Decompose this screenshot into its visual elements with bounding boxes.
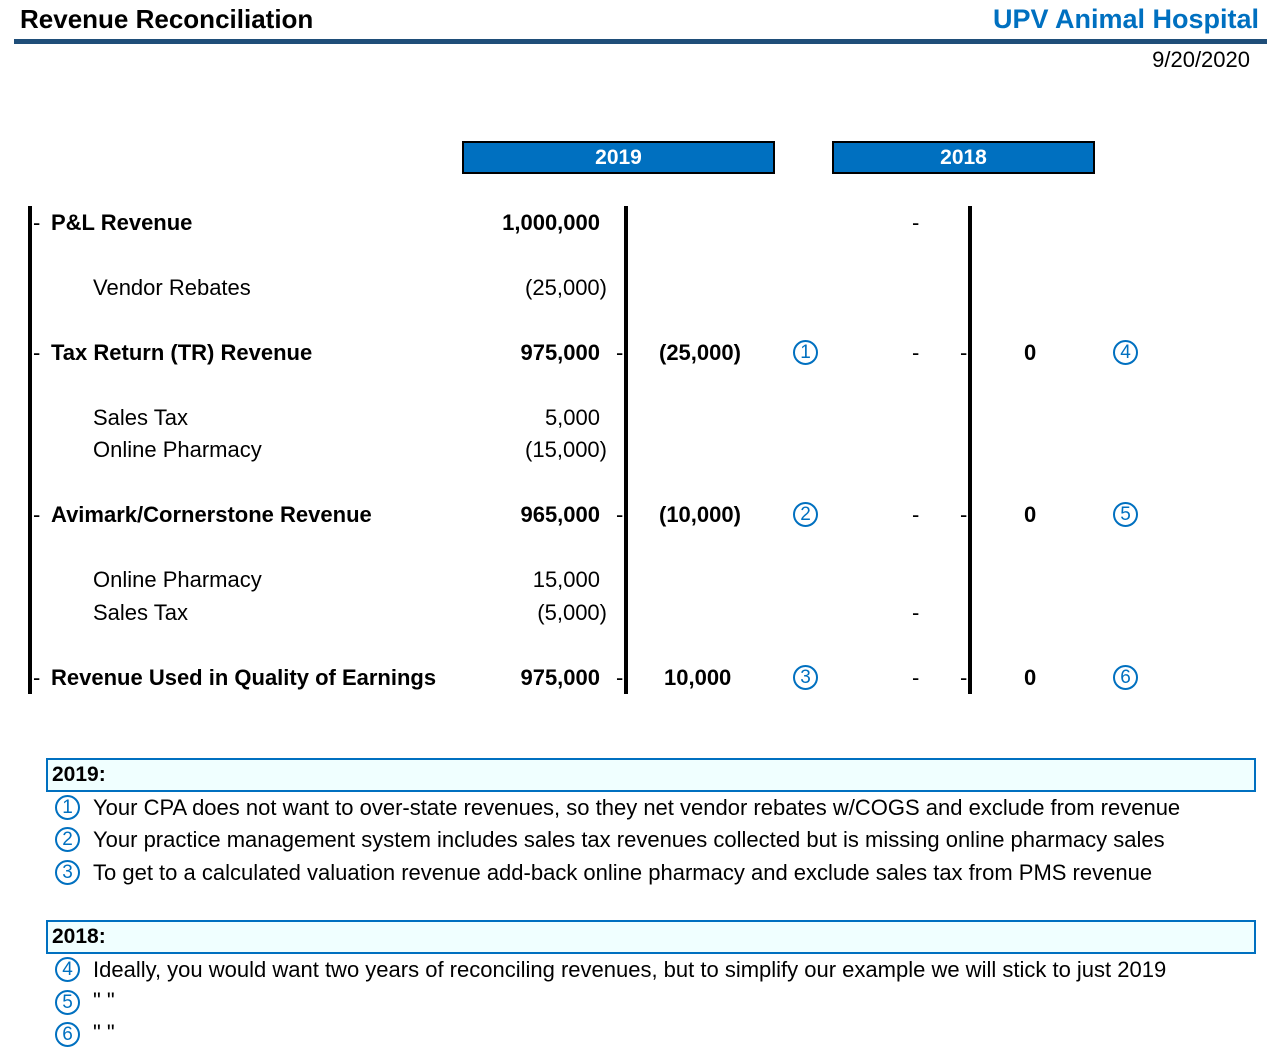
notes-2018-header: 2018: — [46, 920, 1256, 954]
row-label-online-pharmacy: Online Pharmacy — [93, 567, 262, 592]
sales-tax-2019: 5,000 — [544, 405, 600, 430]
row-label-online-pharmacy: Online Pharmacy — [93, 437, 262, 462]
row-dash: - — [616, 340, 624, 365]
report-date: 9/20/2020 — [1152, 47, 1250, 72]
row-label-pms-revenue: Avimark/Cornerstone Revenue — [51, 502, 372, 527]
left-border-line — [28, 206, 32, 694]
header-rule — [14, 39, 1267, 44]
row-label-sales-tax: Sales Tax — [93, 405, 188, 430]
row-dash: - — [33, 340, 41, 365]
marker-6-icon: 6 — [1113, 665, 1138, 690]
row-label-vendor-rebates: Vendor Rebates — [93, 275, 251, 300]
qoe-revenue-2019: 975,000 — [520, 665, 600, 690]
sales-tax-2018: - — [912, 600, 920, 625]
note-text-4: Ideally, you would want two years of rec… — [93, 957, 1167, 982]
divider-2018 — [968, 206, 972, 694]
note-marker-1-icon: 1 — [55, 795, 80, 820]
year-header-2019: 2019 — [462, 141, 775, 174]
qoe-revenue-2018: - — [912, 665, 920, 690]
row-dash: - — [960, 502, 968, 527]
tr-revenue-2018: - — [912, 340, 920, 365]
note-text-6: " " — [93, 1020, 115, 1045]
divider-2019 — [624, 206, 628, 694]
row-label-pl-revenue: P&L Revenue — [51, 210, 193, 235]
online-pharmacy-2019: (15,000) — [525, 437, 607, 462]
row-label-tr-revenue: Tax Return (TR) Revenue — [51, 340, 313, 365]
tr-diff-2019: (25,000) — [659, 340, 741, 365]
row-dash: - — [960, 340, 968, 365]
pms-revenue-2019: 965,000 — [520, 502, 600, 527]
row-dash: - — [616, 502, 624, 527]
page-title: Revenue Reconciliation — [20, 4, 314, 34]
row-dash: - — [33, 210, 41, 235]
row-label-sales-tax: Sales Tax — [93, 600, 188, 625]
marker-1-icon: 1 — [793, 340, 818, 365]
pl-revenue-2018: - — [912, 210, 920, 235]
marker-3-icon: 3 — [793, 665, 818, 690]
note-text-1: Your CPA does not want to over-state rev… — [93, 795, 1181, 820]
tr-revenue-2019: 975,000 — [520, 340, 600, 365]
tr-diff-2018: 0 — [1024, 340, 1037, 365]
row-label-qoe-revenue: Revenue Used in Quality of Earnings — [51, 665, 437, 690]
row-dash: - — [616, 665, 624, 690]
note-marker-6-icon: 6 — [55, 1022, 80, 1047]
note-text-5: " " — [93, 988, 115, 1013]
marker-4-icon: 4 — [1113, 340, 1138, 365]
row-dash: - — [33, 665, 41, 690]
notes-2019-header: 2019: — [46, 758, 1256, 792]
row-dash: - — [960, 665, 968, 690]
note-marker-4-icon: 4 — [55, 957, 80, 982]
year-header-2018: 2018 — [832, 141, 1095, 174]
pms-diff-2018: 0 — [1024, 502, 1037, 527]
note-marker-2-icon: 2 — [55, 827, 80, 852]
note-text-3: To get to a calculated valuation revenue… — [93, 860, 1153, 885]
row-dash: - — [33, 502, 41, 527]
company-name: UPV Animal Hospital — [992, 4, 1259, 34]
online-pharmacy-addback-2019: 15,000 — [532, 567, 600, 592]
vendor-rebates-2019: (25,000) — [525, 275, 607, 300]
pms-diff-2019: (10,000) — [659, 502, 741, 527]
pl-revenue-2019: 1,000,000 — [502, 210, 600, 235]
pms-revenue-2018: - — [912, 502, 920, 527]
marker-5-icon: 5 — [1113, 502, 1138, 527]
note-marker-5-icon: 5 — [55, 990, 80, 1015]
marker-2-icon: 2 — [793, 502, 818, 527]
qoe-diff-2018: 0 — [1024, 665, 1037, 690]
note-text-2: Your practice management system includes… — [93, 827, 1165, 852]
qoe-diff-2019: 10,000 — [664, 665, 732, 690]
sales-tax-exclude-2019: (5,000) — [537, 600, 607, 625]
note-marker-3-icon: 3 — [55, 860, 80, 885]
